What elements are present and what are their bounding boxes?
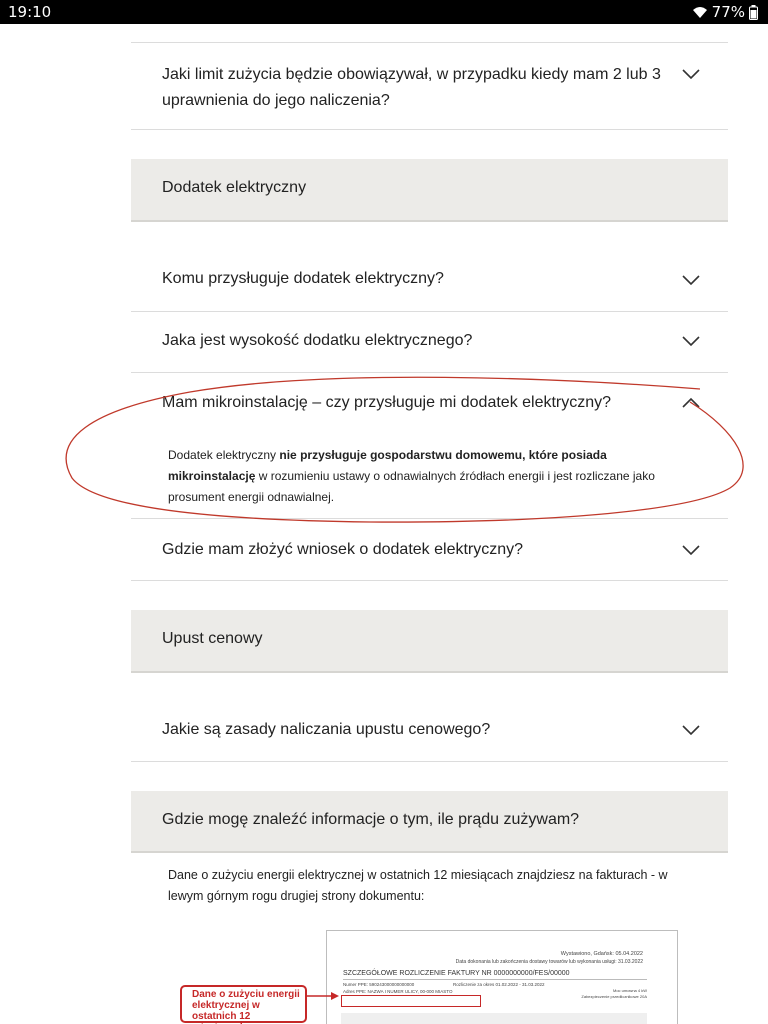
divider [131,580,728,581]
chevron-down-icon[interactable] [681,274,701,286]
faq-question-mikroinstalacja[interactable]: Mam mikroinstalację – czy przysługuje mi… [162,390,682,416]
section-header-upust: Upust cenowy [131,610,728,673]
divider [131,129,728,130]
chevron-down-icon[interactable] [681,335,701,347]
chevron-down-icon[interactable] [681,68,701,80]
faq-question-wysokosc[interactable]: Jaka jest wysokość dodatku elektrycznego… [162,328,682,354]
faq-question-limit[interactable]: Jaki limit zużycia będzie obowiązywał, w… [162,62,662,114]
divider [131,761,728,762]
divider [131,372,728,373]
invoice-zabezpieczenie: Zabezpieczenie przedlicznikowe 20A [581,994,647,999]
section-header-dodatek: Dodatek elektryczny [131,159,728,222]
chevron-down-icon[interactable] [681,544,701,556]
battery-icon [749,4,758,20]
invoice-image: Wystawiono, Gdańsk: 05.04.2022 Data doko… [326,930,678,1024]
invoice-heading: SZCZEGÓŁOWE ROZLICZENIE FAKTURY NR 00000… [343,970,570,977]
divider [131,42,728,43]
answer-text: Dodatek elektryczny [168,448,280,462]
divider [343,979,647,980]
section-title: Upust cenowy [162,630,263,647]
invoice-delivery-date: Data dokonania lub zakończenia dostawy t… [455,959,643,965]
chevron-down-icon[interactable] [681,724,701,736]
status-icons: 77% [692,3,758,21]
arrow-icon [305,992,339,1000]
section-header-gdzie: Gdzie mogę znaleźć informacje o tym, ile… [131,791,728,853]
invoice-ppe: Numer PPE: 590243000000000000 [343,982,415,987]
invoice-moc: Moc umowna 4 kW [612,988,647,993]
faq-answer-mikroinstalacja: Dodatek elektryczny nie przysługuje gosp… [168,445,688,508]
section-title: Gdzie mogę znaleźć informacje o tym, ile… [162,811,580,828]
invoice-callout: Dane o zużyciu energii elektrycznej w os… [180,985,307,1024]
section-title: Dodatek elektryczny [162,179,307,196]
wifi-icon [692,7,707,18]
invoice-address: Adres PPE: NAZWA I NUMER ULICY, 00-000 M… [343,989,453,994]
faq-question-komu[interactable]: Komu przysługuje dodatek elektryczny? [162,266,682,292]
chevron-up-icon[interactable] [681,397,701,409]
status-bar: 19:10 77% [0,0,768,24]
battery-level: 77% [711,3,745,21]
invoice-highlight-box [341,995,481,1007]
clock: 19:10 [8,3,52,21]
invoice-issued: Wystawiono, Gdańsk: 05.04.2022 [560,951,643,957]
divider [131,518,728,519]
divider [131,311,728,312]
faq-question-wniosek[interactable]: Gdzie mam złożyć wniosek o dodatek elekt… [162,537,682,563]
section-paragraph: Dane o zużyciu energii elektrycznej w os… [168,868,668,903]
invoice-table [341,1013,647,1024]
faq-question-upust[interactable]: Jakie są zasady naliczania upustu cenowe… [162,717,682,743]
invoice-period: Rozliczenie za okres 01.02.2022 - 31.03.… [453,982,545,987]
